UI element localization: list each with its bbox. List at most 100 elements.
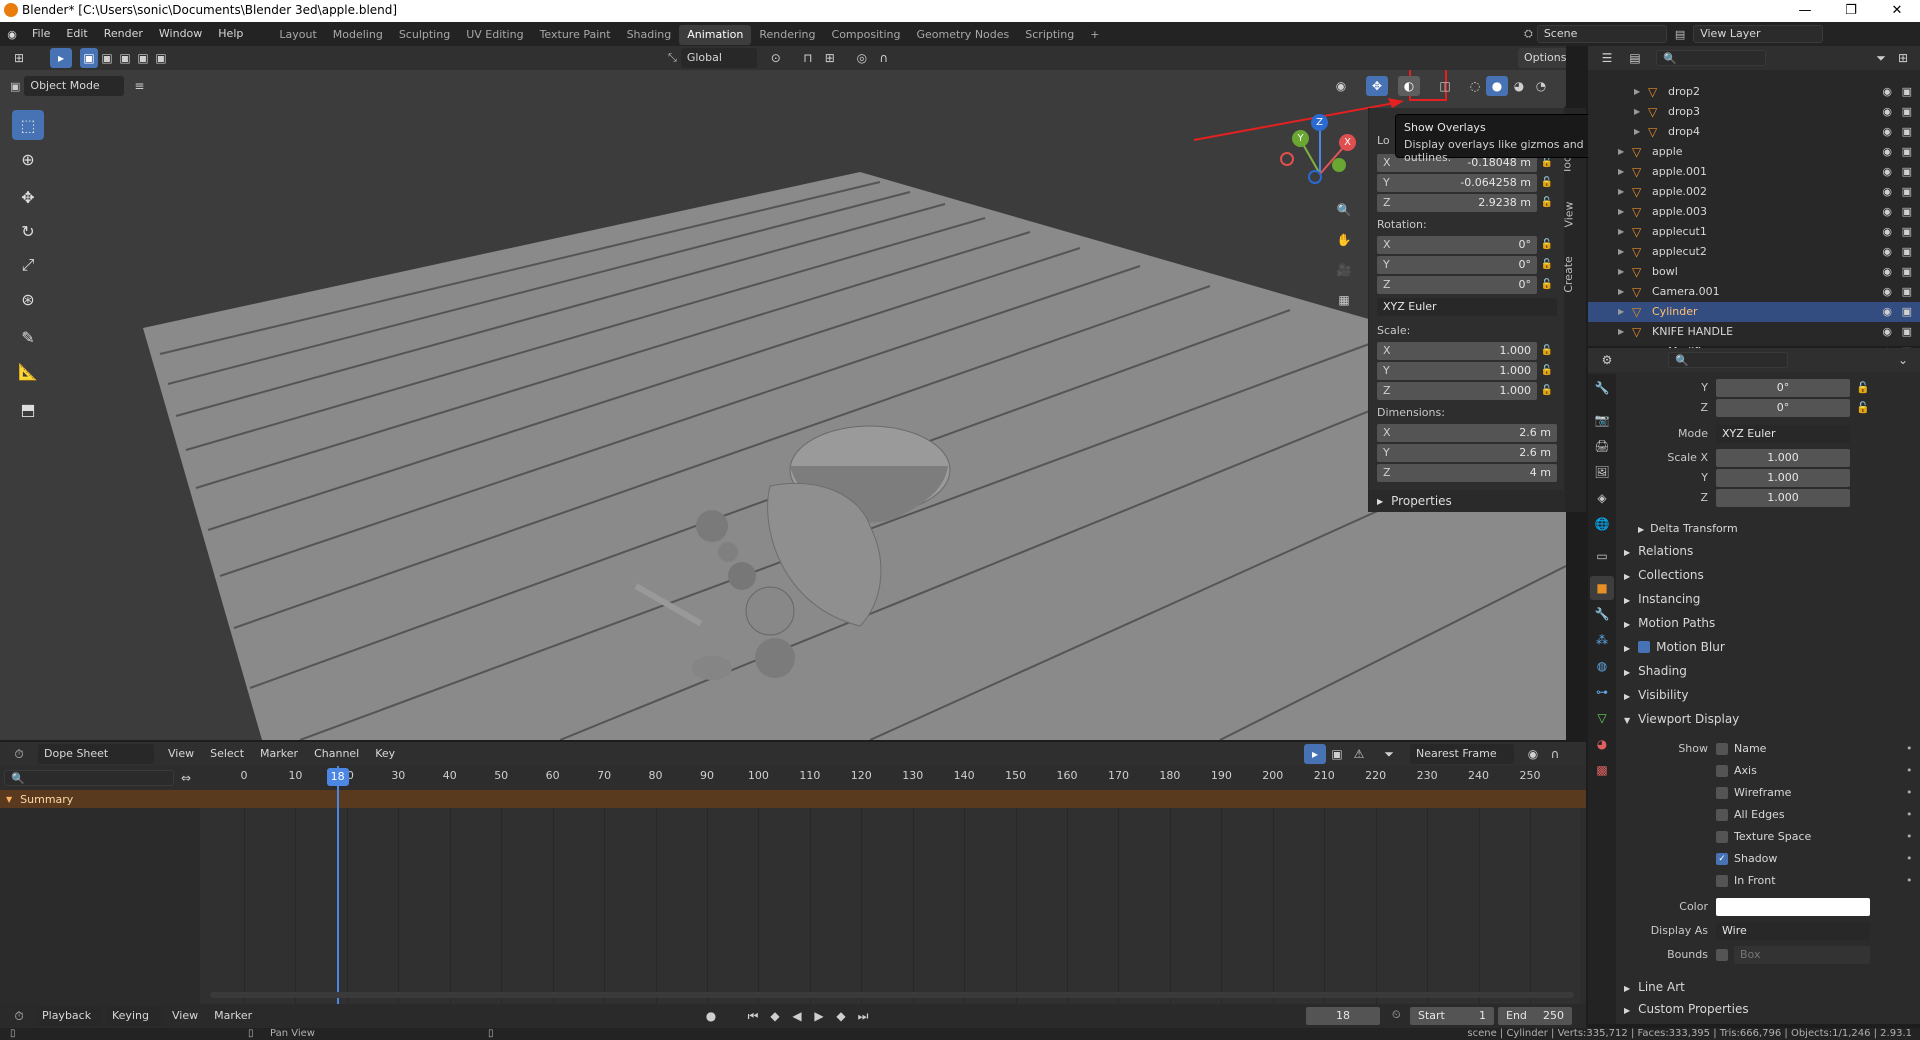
lock-icon[interactable]: 🔓 bbox=[1537, 362, 1557, 380]
maximize-button[interactable]: ❐ bbox=[1828, 0, 1874, 22]
dope-menu-key[interactable]: Key bbox=[367, 742, 403, 766]
falloff-icon[interactable]: ∩ bbox=[1544, 744, 1566, 764]
dope-menu-select[interactable]: Select bbox=[202, 742, 252, 766]
channel-search-input[interactable]: 🔍 bbox=[4, 770, 174, 786]
prev-keyframe-icon[interactable]: ◆ bbox=[764, 1006, 786, 1026]
camera-render-icon[interactable]: ▣ bbox=[1902, 182, 1912, 202]
start-frame-field[interactable]: Start 1 bbox=[1410, 1007, 1494, 1025]
keyframe-area[interactable] bbox=[200, 808, 1580, 1004]
gizmo-toggle-icon[interactable]: ✥ bbox=[1366, 76, 1388, 96]
properties-section[interactable]: ▶ Relations bbox=[1624, 540, 1914, 562]
dope-menu-marker[interactable]: Marker bbox=[252, 742, 306, 766]
object-tab-icon[interactable]: ■ bbox=[1590, 576, 1614, 600]
menu-render[interactable]: Render bbox=[96, 22, 151, 46]
outliner-row[interactable]: ▶ ▽ apple.001 ◉ ▣ bbox=[1588, 162, 1920, 182]
world-tab-icon[interactable]: 🌐 bbox=[1590, 512, 1614, 536]
dimension-x-field[interactable]: 2.6 m bbox=[1413, 424, 1551, 442]
camera-render-icon[interactable]: ▣ bbox=[1902, 202, 1912, 222]
properties-section[interactable]: ▶ Visibility bbox=[1624, 684, 1914, 706]
properties-section[interactable]: ▶ Properties bbox=[1369, 490, 1565, 512]
chevron-down-icon[interactable]: ⌄ bbox=[1892, 350, 1914, 370]
outliner-editor-icon[interactable]: ☰ bbox=[1596, 48, 1618, 68]
outliner-search[interactable]: 🔍 bbox=[1656, 50, 1766, 66]
select-mode-intersect-icon[interactable]: ▣ bbox=[152, 48, 170, 68]
select-mode-invert-icon[interactable]: ▣ bbox=[134, 48, 152, 68]
measure-icon[interactable]: 📐 bbox=[12, 356, 44, 386]
end-frame-field[interactable]: End 250 bbox=[1498, 1007, 1572, 1025]
menu-help[interactable]: Help bbox=[210, 22, 251, 46]
particles-tab-icon[interactable]: ⁂ bbox=[1590, 628, 1614, 652]
dope-menu-channel[interactable]: Channel bbox=[306, 742, 367, 766]
eye-icon[interactable]: ◉ bbox=[1882, 322, 1892, 342]
outliner-row[interactable]: ▶ ▽ Cylinder ◉ ▣ bbox=[1588, 302, 1920, 322]
eye-icon[interactable]: ◉ bbox=[1882, 142, 1892, 162]
outliner-row[interactable]: ▶ ▽ drop2 ◉ ▣ bbox=[1588, 82, 1920, 102]
scale-y-field[interactable]: 1.000 bbox=[1716, 469, 1850, 487]
transform-icon[interactable]: ⊛ bbox=[12, 284, 44, 314]
show-option-checkbox[interactable] bbox=[1716, 875, 1728, 887]
scale-x-field[interactable]: 1.000 bbox=[1413, 342, 1532, 360]
select-box-icon[interactable]: ⬚ bbox=[12, 110, 44, 140]
lock-icon[interactable]: 🔓 bbox=[1537, 276, 1557, 294]
rotation-x-field[interactable]: 0° bbox=[1413, 236, 1532, 254]
frame-ruler[interactable]: 0102030405060708090100110120130140150160… bbox=[200, 766, 1586, 788]
dope-menu-view[interactable]: View bbox=[160, 742, 202, 766]
output-tab-icon[interactable]: 🖨 bbox=[1590, 434, 1614, 458]
properties-section[interactable]: ▶ Motion Blur bbox=[1624, 636, 1914, 658]
rotation-mode-dropdown[interactable]: XYZ Euler bbox=[1716, 425, 1850, 443]
cursor-icon[interactable]: ⊕ bbox=[12, 144, 44, 174]
snap-icon[interactable]: ⊓ bbox=[797, 48, 819, 68]
play-reverse-icon[interactable]: ◀ bbox=[786, 1006, 808, 1026]
collection-tab-icon[interactable]: ▭ bbox=[1590, 544, 1614, 568]
expand-triangle-icon[interactable]: ▶ bbox=[1618, 242, 1624, 262]
play-icon[interactable]: ▶ bbox=[808, 1006, 830, 1026]
timeline-menu-view[interactable]: View bbox=[164, 1004, 206, 1028]
color-swatch[interactable] bbox=[1716, 898, 1870, 916]
playback-menu[interactable]: Playback bbox=[36, 1006, 102, 1026]
proportional-edit-icon[interactable]: ◎ bbox=[851, 48, 873, 68]
outliner-row[interactable]: ▶ ▽ apple ◉ ▣ bbox=[1588, 142, 1920, 162]
add-cube-icon[interactable]: ⬒ bbox=[12, 394, 44, 424]
3d-viewport[interactable]: Z X Y ⊞ ▸ ▣ ▣ ▣ ▣ ▣ ⤡ Global ⊙ ⊓ ⊞ ◎ ∩ O… bbox=[0, 46, 1566, 740]
select-tool-icon[interactable]: ▸ bbox=[50, 48, 72, 68]
blender-menu-icon[interactable]: ◉ bbox=[0, 22, 24, 46]
tab-sculpting[interactable]: Sculpting bbox=[391, 25, 458, 45]
select-mode-extend-icon[interactable]: ▣ bbox=[98, 48, 116, 68]
gizmo-neg-z[interactable] bbox=[1308, 170, 1322, 184]
dimension-z-field[interactable]: 4 m bbox=[1413, 464, 1551, 482]
outliner-row[interactable]: ▶ ▽ applecut1 ◉ ▣ bbox=[1588, 222, 1920, 242]
dimension-y-field[interactable]: 2.6 m bbox=[1413, 444, 1551, 462]
tab-geometry-nodes[interactable]: Geometry Nodes bbox=[908, 25, 1017, 45]
properties-section[interactable]: ▶ Instancing bbox=[1624, 588, 1914, 610]
snap-mode-dropdown[interactable]: Nearest Frame bbox=[1410, 744, 1514, 764]
pivot-point-icon[interactable]: ⊙ bbox=[765, 48, 787, 68]
keyframe-dot-icon[interactable]: • bbox=[1906, 786, 1913, 799]
eye-icon[interactable]: ◉ bbox=[1882, 282, 1892, 302]
keyframe-dot-icon[interactable]: • bbox=[1906, 874, 1913, 887]
snap-target-icon[interactable]: ⊞ bbox=[819, 48, 841, 68]
eye-icon[interactable]: ◉ bbox=[1882, 202, 1892, 222]
tab-rendering[interactable]: Rendering bbox=[751, 25, 823, 45]
filter-icon[interactable]: ⏷ bbox=[1378, 744, 1400, 764]
horizontal-scrollbar[interactable] bbox=[210, 992, 1574, 998]
rotation-mode-dropdown[interactable]: XYZ Euler bbox=[1377, 298, 1557, 316]
lock-icon[interactable]: 🔓 bbox=[1537, 236, 1557, 254]
properties-search[interactable]: 🔍 bbox=[1668, 352, 1788, 368]
gizmo-z-axis[interactable]: Z bbox=[1311, 114, 1328, 131]
falloff-icon[interactable]: ∩ bbox=[873, 48, 895, 68]
minimize-button[interactable]: — bbox=[1782, 0, 1828, 22]
swap-icon[interactable]: ⇔ bbox=[176, 768, 196, 788]
eye-icon[interactable]: ◉ bbox=[1882, 302, 1892, 322]
tab-scripting[interactable]: Scripting bbox=[1017, 25, 1082, 45]
tab-view[interactable]: View bbox=[1563, 201, 1576, 227]
lock-icon[interactable]: 🔓 bbox=[1856, 401, 1870, 414]
camera-view-icon[interactable]: 🎥 bbox=[1333, 256, 1355, 284]
delta-transform-section[interactable]: ▶ Delta Transform bbox=[1624, 518, 1914, 540]
scale-z-field[interactable]: 1.000 bbox=[1413, 382, 1532, 400]
timeline-menu-marker[interactable]: Marker bbox=[206, 1004, 260, 1028]
shading-rendered-icon[interactable]: ◔ bbox=[1530, 76, 1552, 96]
camera-render-icon[interactable]: ▣ bbox=[1902, 262, 1912, 282]
eye-icon[interactable]: ◉ bbox=[1882, 122, 1892, 142]
shading-wireframe-icon[interactable]: ◌ bbox=[1464, 76, 1486, 96]
eye-icon[interactable]: ◉ bbox=[1882, 82, 1892, 102]
